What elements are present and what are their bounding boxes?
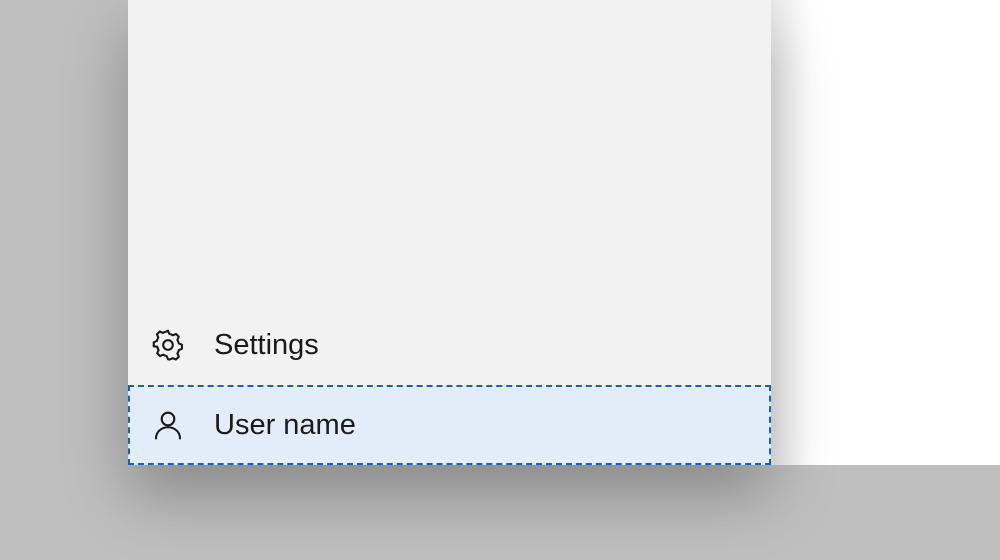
nav-item-user[interactable]: User name — [128, 385, 771, 465]
navigation-panel: Settings User name — [128, 0, 771, 465]
nav-item-label: Settings — [214, 329, 319, 362]
gear-icon — [150, 327, 194, 363]
nav-item-label: User name — [214, 409, 356, 442]
content-area — [771, 0, 1000, 465]
nav-item-settings[interactable]: Settings — [128, 305, 771, 385]
person-icon — [150, 407, 194, 443]
